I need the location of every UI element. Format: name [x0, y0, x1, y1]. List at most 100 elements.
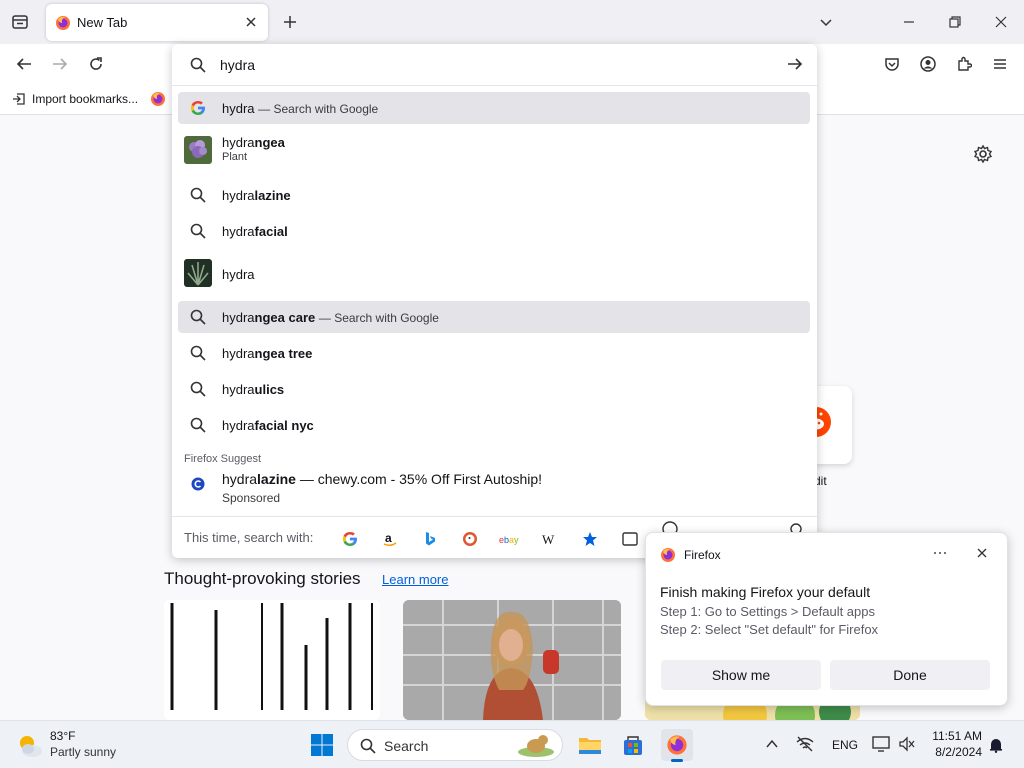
tab-new-tab[interactable]: New Tab	[46, 4, 268, 41]
file-explorer-icon[interactable]	[574, 729, 606, 761]
suggestion-typed: hydra	[222, 346, 255, 361]
clock-date: 8/2/2024	[935, 745, 982, 759]
done-button[interactable]: Done	[830, 660, 990, 690]
story-image	[403, 600, 621, 720]
reload-icon[interactable]	[82, 50, 110, 78]
suggestion-suffix: — Search with Google	[258, 102, 379, 116]
import-icon	[12, 92, 26, 106]
firefox-logo-icon	[55, 15, 71, 31]
suggestion-completion: ngea care	[254, 310, 316, 325]
story-image	[164, 600, 380, 720]
taskbar-search[interactable]: Search	[347, 729, 563, 761]
menu-icon[interactable]	[986, 50, 1014, 78]
learn-more-link[interactable]: Learn more	[382, 572, 448, 587]
suggestion-row[interactable]: hydraulics	[178, 373, 810, 405]
default-browser-notification: Firefox Finish making Firefox your defau…	[645, 532, 1008, 706]
tab-title: New Tab	[77, 15, 128, 30]
microsoft-store-icon[interactable]	[617, 729, 649, 761]
story-card[interactable]	[164, 600, 380, 720]
suggestion-completion: ngea tree	[254, 346, 313, 361]
chevron-up-icon[interactable]	[765, 738, 779, 750]
suggestion-row[interactable]: hydrafacial	[178, 215, 810, 247]
suggestion-completion: lazine	[257, 471, 296, 487]
suggestion-row[interactable]: hydra — Search with Google	[178, 92, 810, 124]
partly-sunny-icon	[16, 733, 44, 759]
suggestion-typed: hydra	[222, 224, 255, 239]
sponsored-tag: Sponsored	[222, 491, 281, 505]
restore-button[interactable]	[940, 8, 970, 36]
suggestion-row[interactable]: hydrangea tree	[178, 337, 810, 369]
close-notification-icon[interactable]	[974, 545, 990, 561]
suggestion-row[interactable]: hydrangea Plant	[178, 132, 810, 168]
duckduckgo-icon[interactable]	[458, 527, 482, 551]
search-icon	[360, 738, 376, 754]
svg-text:a: a	[385, 531, 392, 545]
search-highlight-icon	[516, 732, 556, 758]
sponsored-suggestion[interactable]: hydralazine — chewy.com - 35% Off First …	[178, 469, 810, 509]
back-icon[interactable]	[10, 50, 38, 78]
suggestion-subtitle: Plant	[222, 151, 248, 163]
windows-start-icon[interactable]	[306, 729, 338, 761]
search-icon	[190, 381, 206, 397]
minimize-button[interactable]	[894, 8, 924, 36]
notification-app-name: Firefox	[684, 548, 721, 562]
suggestion-typed: hydra	[222, 188, 255, 203]
import-bookmarks-button[interactable]: Import bookmarks...	[12, 92, 138, 106]
suggestion-row[interactable]: hydrafacial nyc	[178, 409, 810, 441]
import-bookmarks-label: Import bookmarks...	[32, 92, 139, 106]
google-icon	[190, 100, 206, 116]
amazon-icon[interactable]: a	[378, 527, 402, 551]
show-me-button[interactable]: Show me	[661, 660, 821, 690]
firefox-logo-icon	[660, 547, 676, 563]
suggestion-typed: hydra	[222, 382, 255, 397]
tab-overview-icon[interactable]	[6, 8, 34, 36]
list-all-tabs-icon[interactable]	[811, 8, 841, 36]
notification-bell-icon[interactable]	[988, 737, 1004, 753]
bing-icon[interactable]	[418, 527, 442, 551]
story-card[interactable]	[403, 600, 621, 720]
close-tab-icon[interactable]	[244, 15, 258, 29]
pocket-icon[interactable]	[878, 50, 906, 78]
weather-temperature: 83°F	[50, 729, 76, 743]
address-bar[interactable]: hydra	[172, 44, 817, 86]
google-icon[interactable]	[338, 527, 362, 551]
network-offline-icon[interactable]	[796, 736, 814, 752]
extensions-icon[interactable]	[950, 50, 978, 78]
search-icon	[190, 345, 206, 361]
suggestion-row[interactable]: hydrangea care — Search with Google	[178, 301, 810, 333]
suggestion-completion: facial	[254, 224, 288, 239]
ebay-icon[interactable]: ebay	[498, 527, 522, 551]
address-input[interactable]: hydra	[220, 57, 255, 73]
sponsored-text: — chewy.com - 35% Off First Autoship!	[295, 471, 543, 487]
suggestion-row[interactable]: hydralazine	[178, 179, 810, 211]
search-icon	[190, 223, 206, 239]
suggestion-row[interactable]: hydra	[178, 256, 810, 292]
suggestion-typed: hydra	[222, 471, 258, 487]
active-app-indicator	[671, 759, 683, 762]
svg-text:ebay: ebay	[499, 535, 519, 545]
go-arrow-icon[interactable]	[787, 56, 803, 72]
close-window-button[interactable]	[986, 8, 1016, 36]
language-indicator[interactable]: ENG	[832, 738, 858, 752]
wikipedia-icon[interactable]: W	[538, 527, 562, 551]
display-icon[interactable]	[872, 736, 890, 752]
system-clock[interactable]: 11:51 AM 8/2/2024	[924, 729, 982, 759]
forward-icon[interactable]	[46, 50, 74, 78]
firefox-bookmark-icon[interactable]	[150, 91, 166, 107]
tabs-icon[interactable]	[618, 527, 642, 551]
firefox-taskbar-icon[interactable]	[661, 729, 693, 762]
suggestion-typed: hydra	[222, 310, 255, 325]
bookmarks-icon[interactable]	[578, 527, 602, 551]
more-options-icon[interactable]	[932, 545, 948, 561]
volume-muted-icon[interactable]	[898, 736, 916, 752]
clock-time: 11:51 AM	[932, 729, 982, 743]
account-icon[interactable]	[914, 50, 942, 78]
hydra-thumbnail	[184, 259, 212, 287]
suggestion-typed: hydra	[222, 101, 255, 116]
suggestion-completion: facial nyc	[254, 418, 314, 433]
notification-step-1: Step 1: Go to Settings > Default apps	[660, 604, 875, 619]
gear-icon[interactable]	[971, 142, 995, 166]
new-tab-button[interactable]	[276, 8, 304, 36]
suggestion-typed: hydra	[222, 267, 255, 282]
taskbar-search-placeholder: Search	[384, 738, 429, 754]
